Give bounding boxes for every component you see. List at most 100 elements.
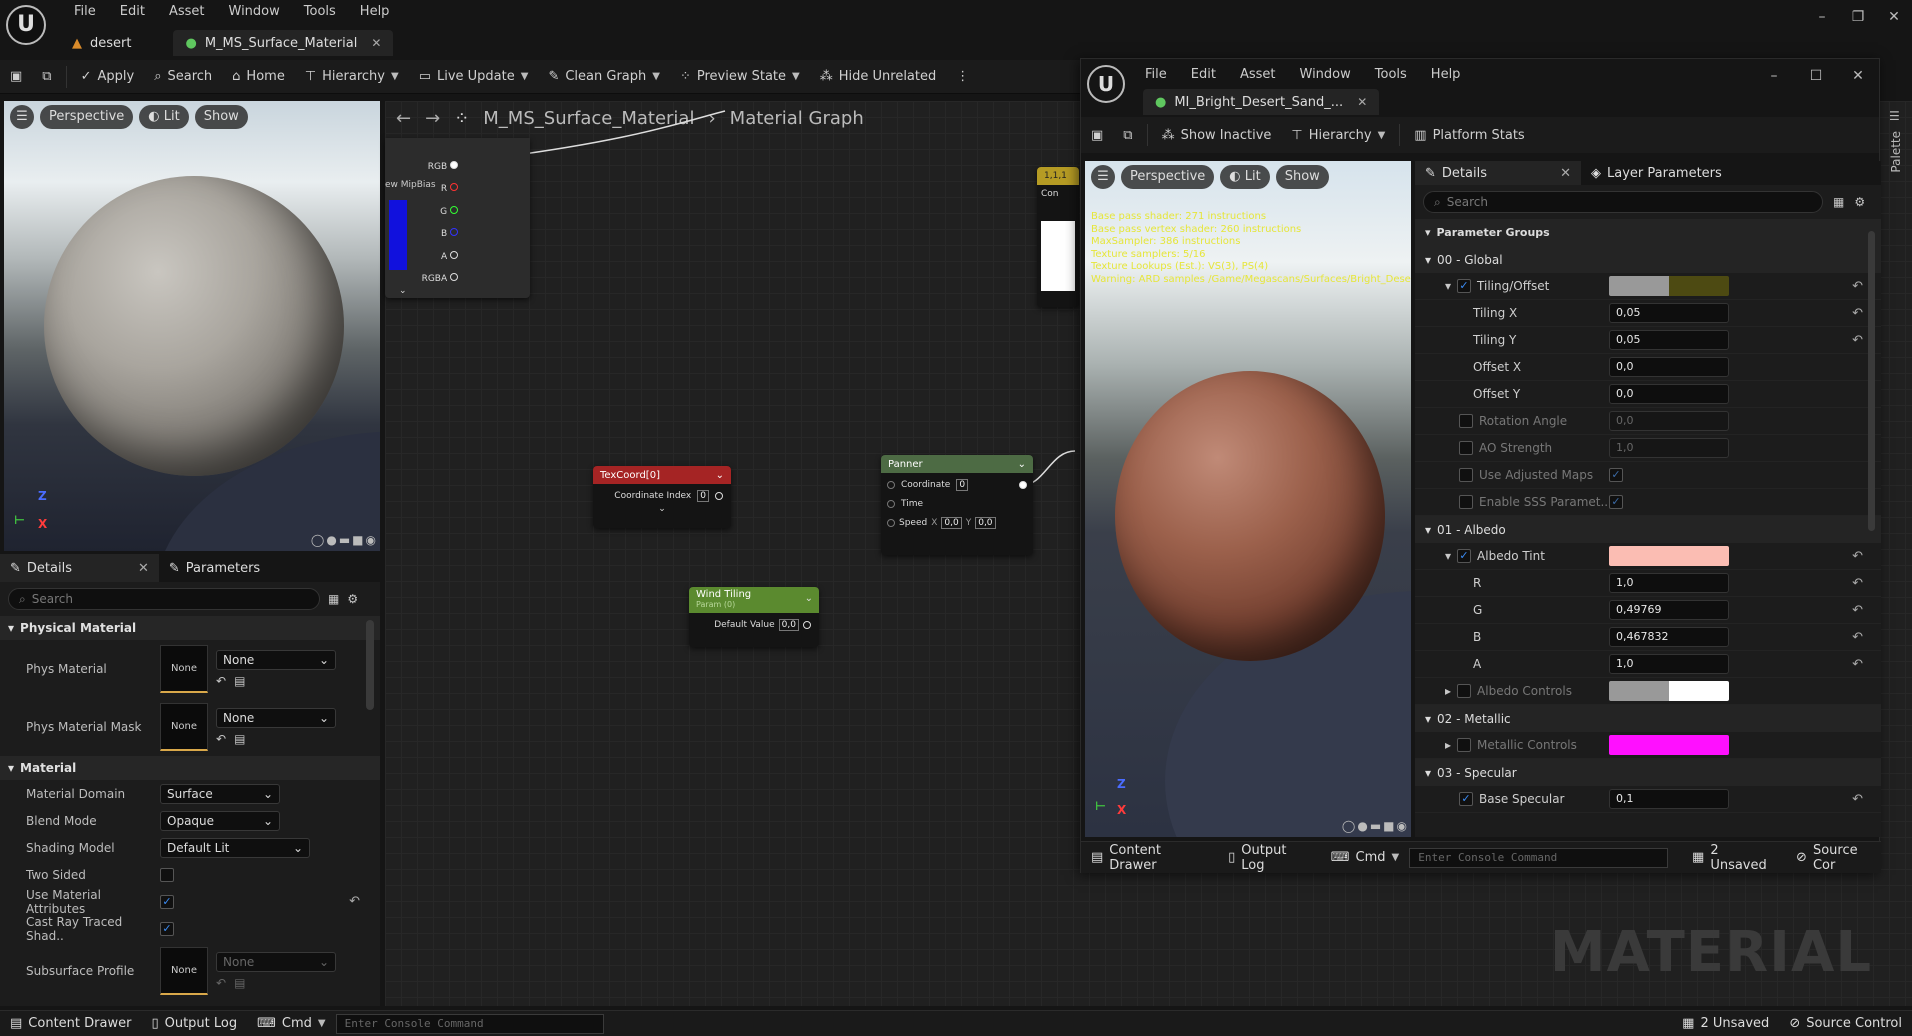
restore-icon[interactable]: ❐ <box>1840 0 1876 34</box>
use-material-attributes-checkbox[interactable]: ✓ <box>160 894 174 909</box>
apply-button[interactable]: ✓ Apply <box>71 60 145 94</box>
menu-edit[interactable]: Edit <box>108 0 157 24</box>
browse-button[interactable]: ⧉ <box>1113 118 1142 152</box>
chevron-down-icon[interactable]: ⌄ <box>716 470 724 481</box>
sphere-icon[interactable]: ● <box>1357 819 1367 833</box>
table-view-icon[interactable]: ▦ <box>328 592 339 606</box>
tab-desert[interactable]: ▲ desert <box>60 30 143 56</box>
use-selected-icon[interactable]: ↶ <box>216 732 226 746</box>
tab-details[interactable]: ✎ Details ✕ <box>0 554 159 582</box>
close-icon[interactable]: ✕ <box>1560 166 1571 181</box>
tiling-offset-checkbox[interactable]: ✓ <box>1457 279 1472 293</box>
menu-help[interactable]: Help <box>348 0 402 24</box>
tiling-x-input[interactable]: 0,05 <box>1609 303 1729 323</box>
menu-icon[interactable]: ☰ <box>1091 165 1115 189</box>
pin-a[interactable]: A <box>422 246 458 268</box>
chevron-right-icon[interactable]: ▸ <box>1445 684 1451 698</box>
source-control-button[interactable]: ⊘ Source Cor <box>1786 843 1881 873</box>
shading-model-dropdown[interactable]: Default Lit ⌄ <box>160 837 310 858</box>
blend-mode-dropdown[interactable]: Opaque ⌄ <box>160 810 280 831</box>
cast-ray-traced-checkbox[interactable]: ✓ <box>160 921 174 936</box>
close-icon[interactable]: ✕ <box>138 561 149 576</box>
cube-icon[interactable]: ■ <box>1383 819 1394 833</box>
browse-icon[interactable]: ▤ <box>234 976 245 990</box>
platform-stats-button[interactable]: ▥ Platform Stats <box>1404 118 1534 152</box>
close-icon[interactable]: ✕ <box>1876 0 1912 34</box>
albedo-tint-color-swatch[interactable] <box>1609 546 1729 566</box>
more-options-button[interactable]: ⋮ <box>946 60 979 94</box>
close-icon[interactable]: ✕ <box>1357 95 1367 109</box>
offset-y-input[interactable]: 0,0 <box>1609 384 1729 404</box>
maximize-icon[interactable]: ☐ <box>1795 59 1837 93</box>
input-pin-icon[interactable] <box>887 519 895 527</box>
phys-material-mask-dropdown[interactable]: None ⌄ <box>216 708 336 728</box>
group-03-specular[interactable]: ▾ 03 - Specular <box>1415 759 1881 786</box>
cylinder-icon[interactable]: ◯ <box>311 533 324 547</box>
teapot-icon[interactable]: ◉ <box>1397 819 1407 833</box>
teapot-icon[interactable]: ◉ <box>366 533 376 547</box>
plane-icon[interactable]: ▬ <box>339 533 350 547</box>
reset-icon[interactable]: ↶ <box>1852 549 1863 564</box>
preview-state-button[interactable]: ⁘ Preview State ▼ <box>670 60 810 94</box>
reset-icon[interactable]: ↶ <box>1852 603 1863 618</box>
tiling-y-input[interactable]: 0,05 <box>1609 330 1729 350</box>
g-input[interactable]: 0,49769 <box>1609 600 1729 620</box>
ao-strength-checkbox[interactable] <box>1459 441 1473 455</box>
unreal-logo-icon[interactable]: U <box>1087 65 1125 103</box>
gear-icon[interactable]: ⚙ <box>347 592 358 606</box>
metallic-controls-checkbox[interactable] <box>1457 738 1472 752</box>
group-02-metallic[interactable]: ▾ 02 - Metallic <box>1415 705 1881 732</box>
menu-help[interactable]: Help <box>1419 63 1473 87</box>
two-sided-checkbox[interactable] <box>160 867 174 882</box>
chevron-down-icon[interactable]: ⌄ <box>399 286 407 296</box>
albedo-controls-checkbox[interactable] <box>1457 684 1472 698</box>
browse-icon[interactable]: ▤ <box>234 732 245 746</box>
base-specular-checkbox[interactable]: ✓ <box>1459 792 1473 806</box>
rotation-angle-checkbox[interactable] <box>1459 414 1473 428</box>
menu-file[interactable]: File <box>62 0 108 24</box>
palette-icon[interactable]: ☰ <box>1889 109 1903 123</box>
lit-button[interactable]: ◐ Lit <box>1220 165 1270 189</box>
preview-viewport[interactable]: ☰ Perspective ◐ Lit Show Z ⊢ X ◯ ● ▬ ■ ◉ <box>4 101 380 551</box>
wind-tiling-node[interactable]: Wind Tiling Param (0) ⌄ Default Value 0,… <box>689 587 819 647</box>
tab-layer-parameters[interactable]: ◈ Layer Parameters <box>1581 161 1732 185</box>
pin-rgba[interactable]: RGBA <box>422 268 458 290</box>
output-log-button[interactable]: ▯ Output Log <box>1218 843 1321 873</box>
lit-button[interactable]: ◐ Lit <box>139 105 189 129</box>
reset-icon[interactable]: ↶ <box>1852 657 1863 672</box>
close-icon[interactable]: ✕ <box>371 36 381 50</box>
console-input[interactable]: Enter Console Command <box>335 1013 604 1034</box>
subsurface-profile-thumbnail[interactable]: None <box>160 947 208 995</box>
unreal-logo-icon[interactable]: U <box>6 5 46 45</box>
details-search-input[interactable]: ⌕ Search <box>8 588 320 610</box>
plane-icon[interactable]: ▬ <box>1370 819 1381 833</box>
default-value[interactable]: 0,0 <box>778 619 799 631</box>
search-button[interactable]: ⌕ Search <box>144 60 222 94</box>
tab-material[interactable]: ● M_MS_Surface_Material ✕ <box>173 30 394 56</box>
palette-tab[interactable]: Palette <box>1889 131 1903 173</box>
coordinate-value[interactable]: 0 <box>956 479 969 491</box>
perspective-button[interactable]: Perspective <box>40 105 134 129</box>
browse-icon[interactable]: ▤ <box>234 674 245 688</box>
cylinder-icon[interactable]: ◯ <box>1342 819 1355 833</box>
group-01-albedo[interactable]: ▾ 01 - Albedo <box>1415 516 1881 543</box>
speed-y-value[interactable]: 0,0 <box>975 517 996 529</box>
chevron-down-icon[interactable]: ⌄ <box>805 593 813 604</box>
tab-details[interactable]: ✎ Details ✕ <box>1415 161 1581 185</box>
menu-window[interactable]: Window <box>1288 63 1363 87</box>
section-material[interactable]: ▾ Material <box>0 756 380 780</box>
texcoord-node[interactable]: TexCoord[0] ⌄ Coordinate Index 0 ⌄ <box>593 466 731 528</box>
ao-strength-input[interactable]: 1,0 <box>1609 438 1729 458</box>
hierarchy-button[interactable]: ⊤ Hierarchy ▼ <box>295 60 409 94</box>
r-input[interactable]: 1,0 <box>1609 573 1729 593</box>
table-view-icon[interactable]: ▦ <box>1833 195 1844 209</box>
a-input[interactable]: 1,0 <box>1609 654 1729 674</box>
content-drawer-button[interactable]: ▤ Content Drawer <box>0 1016 141 1031</box>
subsurface-profile-dropdown[interactable]: None ⌄ <box>216 952 336 972</box>
enable-sss-checkbox[interactable] <box>1459 495 1473 509</box>
hierarchy-button[interactable]: ⊤ Hierarchy ▼ <box>1281 118 1395 152</box>
cmd-button[interactable]: ⌨ Cmd ▼ <box>247 1016 335 1031</box>
reset-icon[interactable]: ↶ <box>1852 630 1863 645</box>
reset-icon[interactable]: ↶ <box>1852 306 1863 321</box>
enable-sss-value-checkbox[interactable]: ✓ <box>1609 495 1623 509</box>
